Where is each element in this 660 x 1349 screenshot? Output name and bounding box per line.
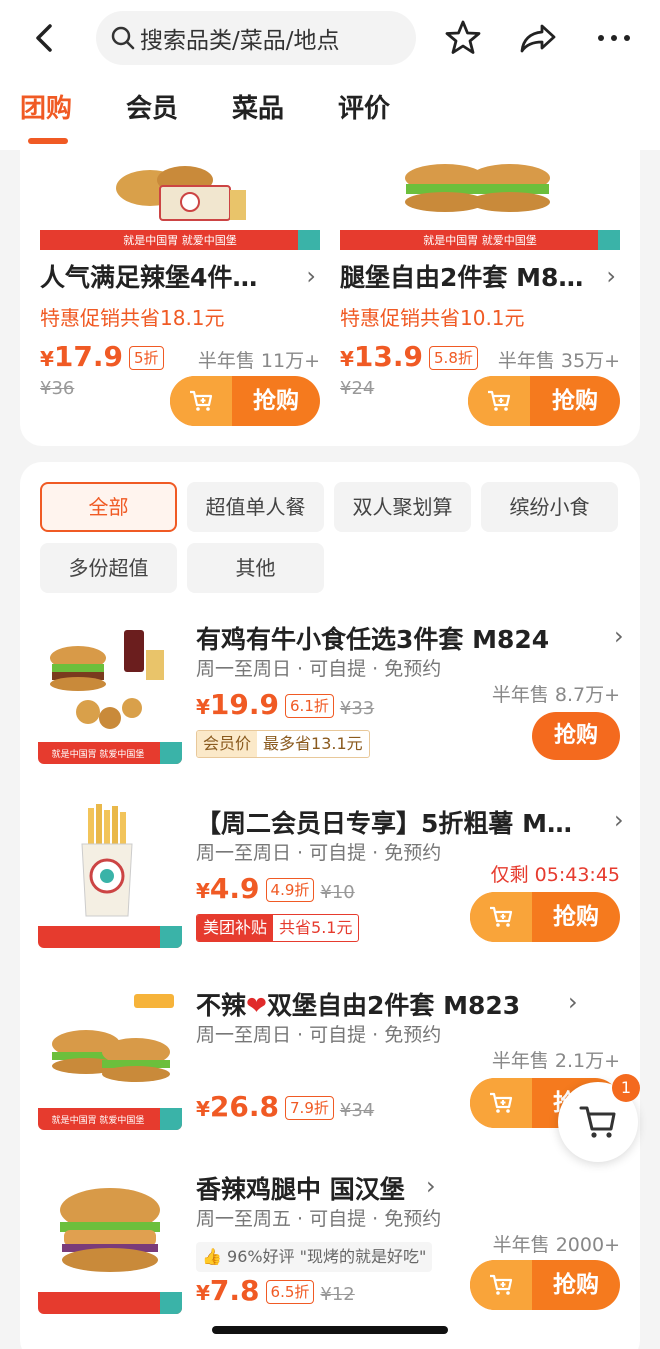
- review-snippet: 👍 96%好评 "现烤的就是好吃": [196, 1242, 433, 1272]
- filter-snacks[interactable]: 缤纷小食: [481, 482, 618, 532]
- original-price: ¥10: [320, 882, 355, 903]
- deal-promo: 特惠促销共省10.1元: [340, 306, 525, 330]
- cart-icon: [579, 1106, 616, 1138]
- list-item[interactable]: 就是中国胃 就爱中国堡 不辣❤双堡自由2件套 M823 › 周一至周日 · 可自…: [20, 986, 640, 1166]
- chevron-right-icon: ›: [614, 806, 624, 834]
- grab-button[interactable]: 抢购: [470, 1260, 620, 1310]
- discount-badge: 6.5折: [265, 1280, 315, 1304]
- member-tag: 会员价 最多省13.1元: [196, 730, 370, 758]
- tab-dishes[interactable]: 菜品: [232, 88, 284, 138]
- item-image: [38, 804, 182, 948]
- tab-reviews[interactable]: 评价: [338, 88, 390, 138]
- discount-badge: 7.9折: [285, 1096, 334, 1120]
- chevron-right-icon: ›: [614, 622, 624, 650]
- add-cart-icon: [470, 1078, 532, 1128]
- item-title: 香辣鸡腿中 国汉堡: [196, 1175, 405, 1204]
- featured-deal[interactable]: 就是中国胃 就爱中国堡 人气满足辣堡4件… › 特惠促销共省18.1元 ¥17.…: [40, 150, 320, 446]
- grab-button[interactable]: 抢购: [468, 376, 620, 426]
- deal-original-price: ¥24: [340, 378, 375, 399]
- item-sales: 半年售 2.1万+: [491, 1050, 620, 1072]
- deal-original-price: ¥36: [40, 378, 75, 399]
- item-price: ¥19.9 6.1折 ¥33: [196, 688, 375, 721]
- countdown-timer: 仅剩 05:43:45: [490, 864, 620, 886]
- original-price: ¥33: [339, 698, 375, 719]
- deal-price: ¥17.9 5折: [40, 340, 164, 373]
- chevron-right-icon: ›: [426, 1172, 436, 1200]
- item-availability: 周一至周日 · 可自提 · 免预约: [196, 658, 442, 680]
- item-sales: 半年售 8.7万+: [491, 684, 620, 706]
- item-sales: 半年售 2000+: [492, 1234, 620, 1256]
- deal-title: 腿堡自由2件套 M8…: [340, 263, 584, 292]
- item-banner-text: 就是中国胃 就爱中国堡: [52, 748, 145, 760]
- discount-badge: 5.8折: [429, 346, 478, 370]
- more-icon[interactable]: [594, 18, 634, 58]
- grab-button[interactable]: 抢购: [532, 712, 620, 760]
- grab-button[interactable]: 抢购: [170, 376, 320, 426]
- item-price: ¥26.8 7.9折 ¥34: [196, 1090, 375, 1123]
- deal-image: 就是中国胃 就爱中国堡: [340, 150, 620, 250]
- original-price: ¥34: [339, 1100, 375, 1121]
- item-banner-text: 就是中国胃 就爱中国堡: [52, 1114, 145, 1126]
- search-placeholder: 搜索品类/菜品/地点: [140, 28, 340, 54]
- search-icon: [111, 26, 135, 50]
- filter-all[interactable]: 全部: [40, 482, 177, 532]
- tab-membership[interactable]: 会员: [126, 88, 178, 138]
- list-item[interactable]: 香辣鸡腿中 国汉堡 › 周一至周五 · 可自提 · 免预约 👍 96%好评 "现…: [20, 1170, 640, 1349]
- discount-badge: 5折: [129, 346, 164, 370]
- deal-promo: 特惠促销共省18.1元: [40, 306, 225, 330]
- deal-price: ¥13.9 5.8折: [340, 340, 478, 373]
- item-image: 就是中国胃 就爱中国堡: [38, 986, 182, 1130]
- chevron-right-icon: ›: [606, 262, 616, 290]
- filter-single-meal[interactable]: 超值单人餐: [187, 482, 324, 532]
- cart-count-badge: 1: [612, 1074, 640, 1102]
- search-bar[interactable]: 搜索品类/菜品/地点: [96, 11, 416, 65]
- list-item[interactable]: 【周二会员日专享】5折粗薯 M… › 周一至周日 · 可自提 · 免预约 ¥4.…: [20, 804, 640, 984]
- discount-badge: 6.1折: [285, 694, 334, 718]
- deal-title: 人气满足辣堡4件…: [40, 263, 258, 292]
- item-availability: 周一至周日 · 可自提 · 免预约: [196, 842, 442, 864]
- deal-image: 就是中国胃 就爱中国堡: [40, 150, 320, 250]
- subsidy-tag: 美团补贴 共省5.1元: [196, 914, 360, 942]
- featured-deal[interactable]: 就是中国胃 就爱中国堡 腿堡自由2件套 M8… › 特惠促销共省10.1元 ¥1…: [340, 150, 620, 446]
- deal-banner-text: 就是中国胃 就爱中国堡: [123, 233, 237, 247]
- discount-badge: 4.9折: [265, 878, 315, 902]
- item-title: 有鸡有牛小食任选3件套 M824: [196, 625, 550, 654]
- deal-banner-text: 就是中国胃 就爱中国堡: [423, 233, 537, 247]
- add-cart-icon: [470, 892, 532, 942]
- item-image: 就是中国胃 就爱中国堡: [38, 620, 182, 764]
- item-title: 【周二会员日专享】5折粗薯 M…: [196, 809, 572, 838]
- grab-button[interactable]: 抢购: [470, 892, 620, 942]
- home-indicator: [212, 1326, 448, 1334]
- deal-list-card: 全部 超值单人餐 双人聚划算 缤纷小食 多份超值 其他 就是中国胃 就爱中国堡 …: [20, 462, 640, 1349]
- star-icon[interactable]: [443, 18, 483, 58]
- item-title: 不辣❤双堡自由2件套 M823: [196, 991, 521, 1020]
- tab-group-buy[interactable]: 团购: [20, 88, 72, 144]
- thumbs-up-icon: 👍: [202, 1247, 222, 1266]
- featured-deals-card: 就是中国胃 就爱中国堡 人气满足辣堡4件… › 特惠促销共省18.1元 ¥17.…: [20, 150, 640, 446]
- list-item[interactable]: 就是中国胃 就爱中国堡 有鸡有牛小食任选3件套 M824 › 周一至周日 · 可…: [20, 620, 640, 800]
- heart-icon: ❤: [246, 991, 267, 1020]
- deal-sales: 半年售 11万+: [197, 350, 320, 372]
- filter-double-deal[interactable]: 双人聚划算: [334, 482, 471, 532]
- add-cart-icon: [470, 1260, 532, 1310]
- deal-sales: 半年售 35万+: [497, 350, 620, 372]
- add-cart-icon: [468, 376, 530, 426]
- original-price: ¥12: [320, 1284, 355, 1305]
- share-icon[interactable]: [518, 18, 558, 58]
- section-tabs: 团购 会员 菜品 评价: [20, 88, 444, 144]
- filter-other[interactable]: 其他: [187, 543, 324, 593]
- back-arrow-icon[interactable]: [28, 20, 62, 56]
- filter-multi-value[interactable]: 多份超值: [40, 543, 177, 593]
- item-image: [38, 1170, 182, 1314]
- add-cart-icon: [170, 376, 232, 426]
- item-availability: 周一至周五 · 可自提 · 免预约: [196, 1208, 442, 1230]
- top-bar: 搜索品类/菜品/地点 团购 会员 菜品 评价: [0, 0, 660, 150]
- item-price: ¥7.8 6.5折 ¥12: [196, 1274, 355, 1307]
- chevron-right-icon: ›: [306, 262, 316, 290]
- chevron-right-icon: ›: [568, 988, 578, 1016]
- item-availability: 周一至周日 · 可自提 · 免预约: [196, 1024, 442, 1046]
- item-price: ¥4.9 4.9折 ¥10: [196, 872, 355, 905]
